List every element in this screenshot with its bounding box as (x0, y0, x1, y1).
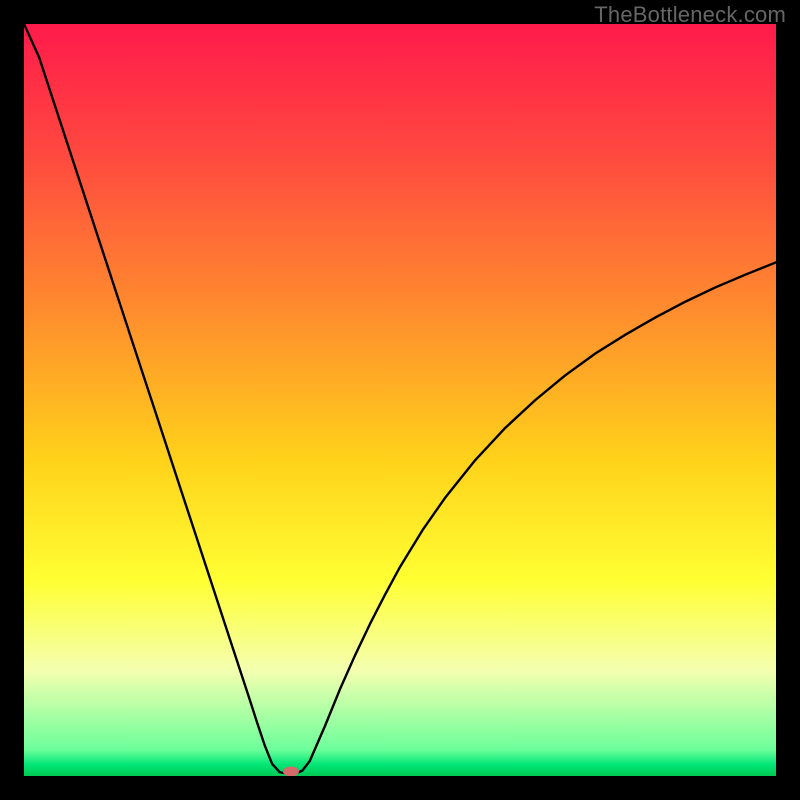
chart-frame (24, 24, 776, 776)
gradient-background (24, 24, 776, 776)
bottleneck-chart (24, 24, 776, 776)
